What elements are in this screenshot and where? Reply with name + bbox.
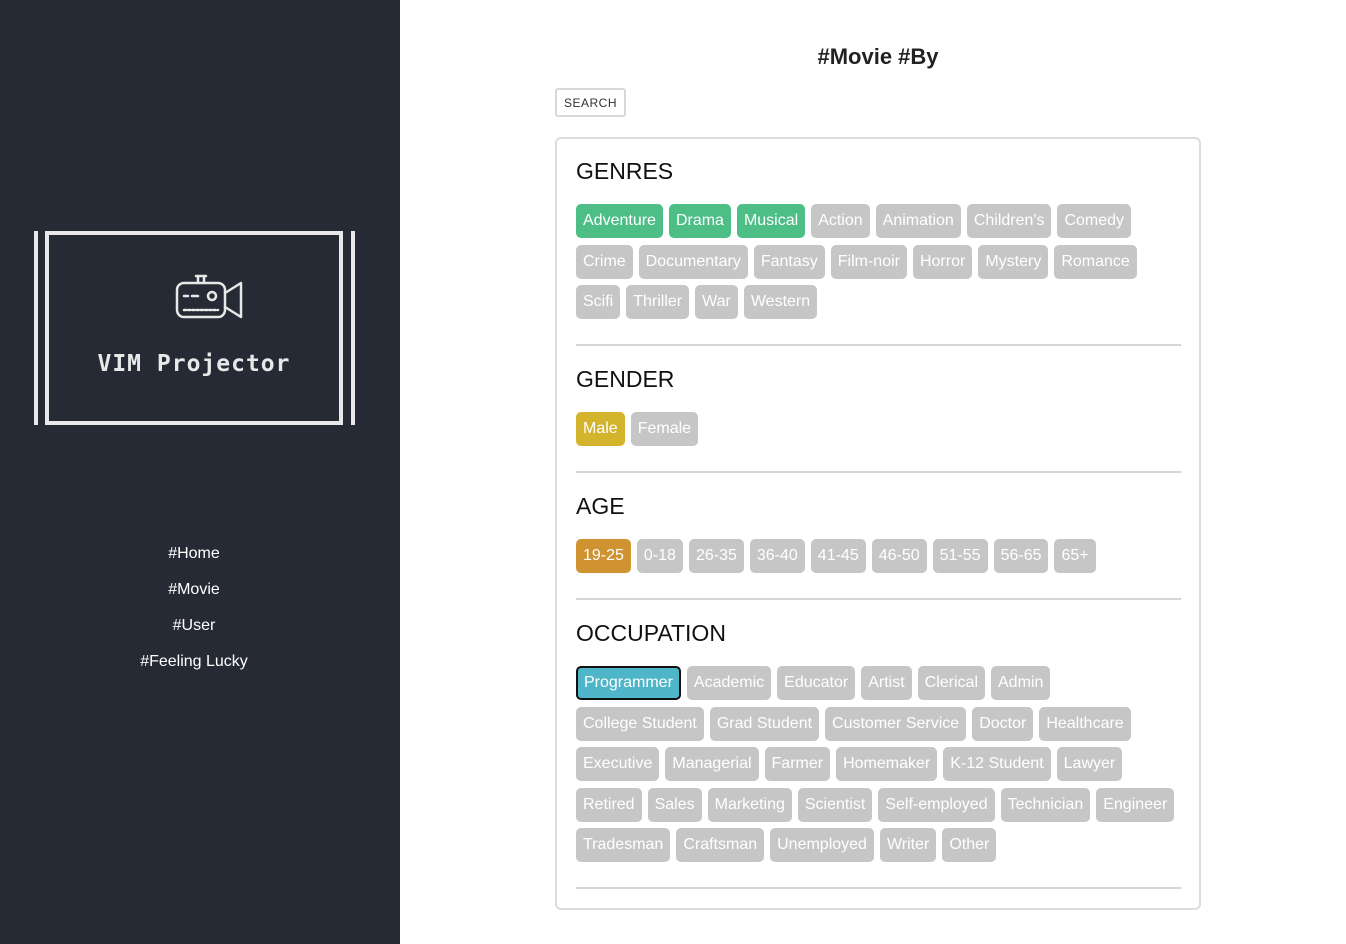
occupation-tag-retired[interactable]: Retired bbox=[576, 788, 642, 822]
gender-tag-male[interactable]: Male bbox=[576, 412, 625, 446]
occupation-tag-lawyer[interactable]: Lawyer bbox=[1056, 747, 1123, 781]
occupation-tag-executive[interactable]: Executive bbox=[576, 747, 660, 781]
genres-tag-musical[interactable]: Musical bbox=[736, 204, 806, 238]
sidebar-nav: #Home #Movie #User #Feeling Lucky bbox=[0, 542, 388, 686]
age-row: 19-25 0-18 26-35 36-40 41-45 46-50 51-55 56-65 6… bbox=[576, 539, 1102, 573]
occupation-tag-grad-student[interactable]: Grad Student bbox=[709, 707, 820, 741]
age-tag-36-40[interactable]: 36-40 bbox=[749, 539, 805, 573]
occupation-tag-academic[interactable]: Academic bbox=[686, 666, 772, 700]
nav-feeling-lucky[interactable]: #Feeling Lucky bbox=[0, 650, 388, 686]
occupation-row: Programmer Academic Educator Artist Clerical… bbox=[576, 666, 1056, 700]
age-tag-65[interactable]: 65+ bbox=[1054, 539, 1096, 573]
genres-title: GENRES bbox=[576, 158, 674, 184]
occupation-tag-educator[interactable]: Educator bbox=[777, 666, 856, 700]
occupation-row: Tradesman Craftsman Unemployed Writer Other bbox=[576, 828, 1002, 862]
genre-row: Adventure Drama Musical Action Animation Chil… bbox=[576, 204, 1137, 238]
gender-row: Male Female bbox=[576, 412, 704, 446]
age-tag-41-45[interactable]: 41-45 bbox=[810, 539, 866, 573]
age-tag-19-25[interactable]: 19-25 bbox=[576, 539, 631, 573]
occupation-tag-technician[interactable]: Technician bbox=[1000, 788, 1091, 822]
nav-home[interactable]: #Home bbox=[0, 542, 388, 578]
logo-frame-right bbox=[351, 231, 355, 425]
occupation-tag-artist[interactable]: Artist bbox=[861, 666, 912, 700]
genres-tag-comedy[interactable]: Comedy bbox=[1057, 204, 1132, 238]
occupation-tag-programmer[interactable]: Programmer bbox=[576, 666, 681, 700]
occupation-tag-clerical[interactable]: Clerical bbox=[917, 666, 985, 700]
nav-user[interactable]: #User bbox=[0, 614, 388, 650]
gender-title: GENDER bbox=[576, 366, 675, 392]
search-button[interactable]: SEARCH bbox=[555, 88, 626, 117]
genres-tag-animation[interactable]: Animation bbox=[875, 204, 961, 238]
occupation-row: Executive Managerial Farmer Homemaker K-12 S… bbox=[576, 747, 1128, 781]
genres-tag-adventure[interactable]: Adventure bbox=[576, 204, 663, 238]
occupation-tag-scientist[interactable]: Scientist bbox=[797, 788, 873, 822]
age-title: AGE bbox=[576, 493, 625, 519]
genres-tag-drama[interactable]: Drama bbox=[668, 204, 731, 238]
occupation-tag-doctor[interactable]: Doctor bbox=[972, 707, 1034, 741]
age-tag-51-55[interactable]: 51-55 bbox=[932, 539, 988, 573]
occupation-tag-self-employed[interactable]: Self-employed bbox=[878, 788, 995, 822]
genres-tag-mystery[interactable]: Mystery bbox=[978, 245, 1049, 279]
occupation-tag-homemaker[interactable]: Homemaker bbox=[836, 747, 938, 781]
divider bbox=[576, 887, 1181, 889]
genre-row: Crime Documentary Fantasy Film-noir Horror My… bbox=[576, 245, 1143, 279]
genres-tag-film-noir[interactable]: Film-noir bbox=[830, 245, 907, 279]
occupation-tag-college-student[interactable]: College Student bbox=[576, 707, 704, 741]
occupation-tag-sales[interactable]: Sales bbox=[647, 788, 702, 822]
age-tag-0-18[interactable]: 0-18 bbox=[636, 539, 683, 573]
genres-tag-western[interactable]: Western bbox=[743, 285, 818, 319]
occupation-row: College Student Grad Student Customer Serv… bbox=[576, 707, 1137, 741]
genres-tag-romance[interactable]: Romance bbox=[1054, 245, 1137, 279]
occupation-tag-craftsman[interactable]: Craftsman bbox=[676, 828, 765, 862]
genres-tag-fantasy[interactable]: Fantasy bbox=[753, 245, 825, 279]
occupation-row: Retired Sales Marketing Scientist Self-emplo… bbox=[576, 788, 1180, 822]
nav-movie[interactable]: #Movie bbox=[0, 578, 388, 614]
genre-row: Scifi Thriller War Western bbox=[576, 285, 823, 319]
occupation-tag-other[interactable]: Other bbox=[942, 828, 997, 862]
logo-frame-left bbox=[34, 231, 38, 425]
divider bbox=[576, 471, 1181, 473]
occupation-tag-admin[interactable]: Admin bbox=[991, 666, 1051, 700]
genres-tag-scifi[interactable]: Scifi bbox=[576, 285, 621, 319]
occupation-tag-managerial[interactable]: Managerial bbox=[665, 747, 759, 781]
occupation-tag-healthcare[interactable]: Healthcare bbox=[1039, 707, 1131, 741]
logo-frame: VIM Projector bbox=[45, 231, 343, 425]
age-tag-46-50[interactable]: 46-50 bbox=[871, 539, 927, 573]
occupation-tag-tradesman[interactable]: Tradesman bbox=[576, 828, 671, 862]
occupation-tag-customer-service[interactable]: Customer Service bbox=[825, 707, 967, 741]
projector-icon bbox=[175, 274, 243, 319]
genres-tag-action[interactable]: Action bbox=[811, 204, 870, 238]
age-tag-56-65[interactable]: 56-65 bbox=[993, 539, 1049, 573]
logo-title: VIM Projector bbox=[97, 351, 291, 377]
occupation-tag-k-12-student[interactable]: K-12 Student bbox=[943, 747, 1051, 781]
occupation-tag-marketing[interactable]: Marketing bbox=[707, 788, 792, 822]
occupation-tag-farmer[interactable]: Farmer bbox=[764, 747, 831, 781]
page-title: #Movie #By bbox=[817, 44, 939, 69]
genres-tag-crime[interactable]: Crime bbox=[576, 245, 633, 279]
occupation-tag-writer[interactable]: Writer bbox=[879, 828, 937, 862]
occupation-title: OCCUPATION bbox=[576, 620, 726, 646]
genres-tag-horror[interactable]: Horror bbox=[912, 245, 973, 279]
occupation-tag-unemployed[interactable]: Unemployed bbox=[770, 828, 874, 862]
occupation-tag-engineer[interactable]: Engineer bbox=[1096, 788, 1175, 822]
gender-tag-female[interactable]: Female bbox=[630, 412, 699, 446]
logo[interactable]: VIM Projector bbox=[34, 231, 355, 425]
divider bbox=[576, 598, 1181, 600]
genres-tag-children-s[interactable]: Children's bbox=[966, 204, 1052, 238]
age-tag-26-35[interactable]: 26-35 bbox=[688, 539, 744, 573]
genres-tag-war[interactable]: War bbox=[695, 285, 738, 319]
divider bbox=[576, 344, 1181, 346]
sidebar: VIM Projector #Home #Movie #User #Feelin… bbox=[0, 0, 400, 944]
genres-tag-documentary[interactable]: Documentary bbox=[638, 245, 748, 279]
genres-tag-thriller[interactable]: Thriller bbox=[626, 285, 690, 319]
